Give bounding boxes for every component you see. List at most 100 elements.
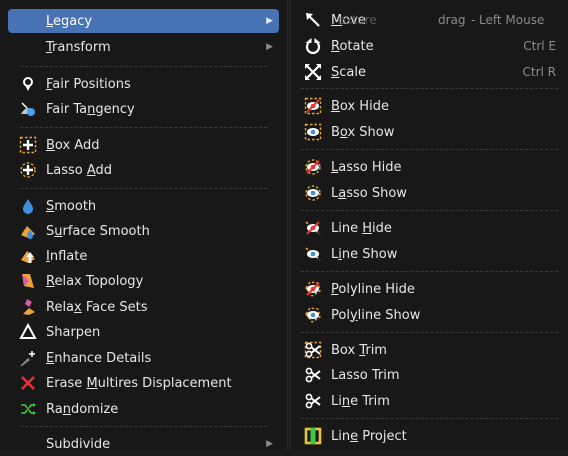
menu-item-label: Lasso Hide xyxy=(331,159,402,175)
menu-item-inflate[interactable]: Inflate xyxy=(8,244,279,268)
box-add-icon xyxy=(18,135,38,155)
submenu-item-move[interactable]: Move xyxy=(295,8,564,32)
menu-item-surface-smooth[interactable]: Surface Smooth xyxy=(8,219,279,243)
menu-separator xyxy=(20,426,267,427)
menu-item-label: Erase Multires Displacement xyxy=(46,375,232,391)
menu-item-label: Relax Face Sets xyxy=(46,299,148,315)
line-show-icon xyxy=(303,244,323,264)
enhance-details-icon xyxy=(18,348,38,368)
menu-item-label: Box Hide xyxy=(331,98,389,114)
submenu-arrow-icon: ▶ xyxy=(266,42,273,52)
relax-topology-icon xyxy=(18,271,38,291)
submenu-item-lasso-show[interactable]: Lasso Show xyxy=(295,181,564,205)
lasso-show-icon xyxy=(303,183,323,203)
menu-separator xyxy=(301,149,558,150)
menu-separator xyxy=(301,332,558,333)
menu-item-lasso-add[interactable]: Lasso Add xyxy=(8,158,279,182)
menu-item-label: Move xyxy=(331,12,366,28)
menu-item-label: Polyline Hide xyxy=(331,281,415,297)
menu-item-fair-tangency[interactable]: Fair Tangency xyxy=(8,97,279,121)
relax-face-sets-icon xyxy=(18,297,38,317)
menu-item-subdivide[interactable]: Subdivide ▶ xyxy=(8,432,279,456)
menu-item-label: Line Trim xyxy=(331,393,390,409)
submenu-item-line-hide[interactable]: Line Hide xyxy=(295,216,564,240)
menu-item-label: Lasso Show xyxy=(331,185,407,201)
submenu-item-polyline-hide[interactable]: Polyline Hide xyxy=(295,277,564,301)
move-icon xyxy=(303,10,323,30)
submenu-item-box-show[interactable]: Box Show xyxy=(295,120,564,144)
submenu-arrow-icon: ▶ xyxy=(266,439,273,449)
submenu-item-lasso-trim[interactable]: Lasso Trim xyxy=(295,363,564,387)
line-trim-icon xyxy=(303,391,323,411)
submenu-item-polyline-show[interactable]: Polyline Show xyxy=(295,303,564,327)
menu-item-label: Surface Smooth xyxy=(46,223,150,239)
menu-item-label: Box Show xyxy=(331,124,395,140)
menu-item-transform[interactable]: Transform ▶ xyxy=(8,35,279,59)
menu-item-label: Box Trim xyxy=(331,342,387,358)
menu-item-sharpen[interactable]: Sharpen xyxy=(8,320,279,344)
menu-item-label: Box Add xyxy=(46,137,100,153)
scale-icon xyxy=(303,62,323,82)
box-trim-icon xyxy=(303,340,323,360)
menu-item-label: Fair Tangency xyxy=(46,101,135,117)
menu-item-relax-topology[interactable]: Relax Topology xyxy=(8,269,279,293)
submenu-item-line-trim[interactable]: Line Trim xyxy=(295,389,564,413)
menu-item-label: Transform xyxy=(46,39,111,55)
menu-item-label: Line Project xyxy=(331,428,407,444)
line-hide-icon xyxy=(303,218,323,238)
menu-item-label: Fair Positions xyxy=(46,76,131,92)
submenu-item-scale[interactable]: Scale Ctrl R xyxy=(295,60,564,84)
menu-item-legacy[interactable]: Legacy ▶ xyxy=(8,9,279,33)
submenu-item-rotate[interactable]: Rotate Ctrl E xyxy=(295,34,564,58)
menu-item-enhance-details[interactable]: Enhance Details xyxy=(8,346,279,370)
rotate-icon xyxy=(303,36,323,56)
polyline-show-icon xyxy=(303,305,323,325)
menu-item-label: Lasso Trim xyxy=(331,367,400,383)
menu-item-smooth[interactable]: Smooth xyxy=(8,194,279,218)
menu-separator xyxy=(20,127,267,128)
menu-item-erase-multires-displacement[interactable]: Erase Multires Displacement xyxy=(8,371,279,395)
submenu-item-lasso-hide[interactable]: Lasso Hide xyxy=(295,155,564,179)
menu-item-label: Polyline Show xyxy=(331,307,421,323)
menu-item-label: Lasso Add xyxy=(46,162,113,178)
erase-displacement-icon xyxy=(18,373,38,393)
submenu-item-line-project[interactable]: Line Project xyxy=(295,424,564,448)
menu-item-fair-positions[interactable]: Fair Positions xyxy=(8,72,279,96)
menu-item-label: Subdivide xyxy=(46,436,111,452)
menu-item-box-add[interactable]: Box Add xyxy=(8,133,279,157)
menu-separator xyxy=(301,418,558,419)
shortcut-label: Ctrl E xyxy=(523,39,556,53)
sculpt-menu: Legacy ▶ Transform ▶ Fair Positions Fair Tang… xyxy=(0,0,288,452)
submenu-item-box-hide[interactable]: Box Hide xyxy=(295,94,564,118)
menu-separator xyxy=(301,88,558,89)
menu-separator xyxy=(20,188,267,189)
box-hide-icon xyxy=(303,96,323,116)
menu-item-label: Line Show xyxy=(331,246,398,262)
menu-item-label: Inflate xyxy=(46,248,88,264)
inflate-icon xyxy=(18,246,38,266)
menu-item-label: Rotate xyxy=(331,38,374,54)
submenu-item-line-show[interactable]: Line Show xyxy=(295,242,564,266)
surface-smooth-icon xyxy=(18,221,38,241)
menu-item-label: Randomize xyxy=(46,401,119,417)
menu-item-label: Sharpen xyxy=(46,324,101,340)
box-show-icon xyxy=(303,122,323,142)
menu-separator xyxy=(20,66,267,67)
polyline-hide-icon xyxy=(303,279,323,299)
menu-item-label: Scale xyxy=(331,64,366,80)
smooth-icon xyxy=(18,196,38,216)
submenu-arrow-icon: ▶ xyxy=(266,16,273,26)
submenu-item-box-trim[interactable]: Box Trim xyxy=(295,338,564,362)
menu-item-label: Legacy xyxy=(46,13,93,29)
legacy-submenu: Move Rotate Ctrl E Scale Ctrl R Box Hide Box S… xyxy=(290,0,568,450)
line-project-icon xyxy=(303,426,323,446)
menu-item-label: Line Hide xyxy=(331,220,392,236)
menu-separator xyxy=(301,210,558,211)
menu-item-label: Relax Topology xyxy=(46,273,144,289)
lasso-hide-icon xyxy=(303,157,323,177)
sharpen-icon xyxy=(18,322,38,342)
fair-tangency-icon xyxy=(18,99,38,119)
menu-item-randomize[interactable]: Randomize xyxy=(8,397,279,421)
menu-item-relax-face-sets[interactable]: Relax Face Sets xyxy=(8,295,279,319)
randomize-icon xyxy=(18,399,38,419)
